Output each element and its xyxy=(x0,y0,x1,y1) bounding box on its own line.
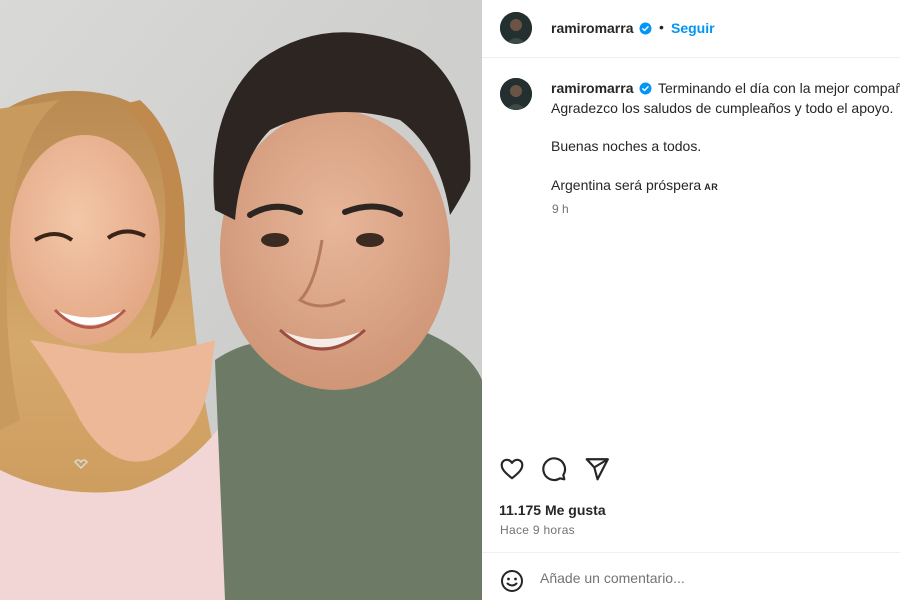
caption-text-line2: Agradezco los saludos de cumpleaños y to… xyxy=(551,100,894,116)
comment-bar xyxy=(482,552,900,600)
post-sidebar: ramiromarra • Seguir ramiromarra Termina… xyxy=(482,0,900,600)
verified-badge-icon xyxy=(639,22,652,35)
post-photo[interactable] xyxy=(0,0,482,600)
heart-icon[interactable] xyxy=(499,456,525,487)
username-link[interactable]: ramiromarra xyxy=(551,20,634,36)
caption-text-line1: Terminando el día con la mejor compañía. xyxy=(658,80,900,96)
follow-button[interactable]: Seguir xyxy=(671,20,715,36)
comment-icon[interactable] xyxy=(541,456,567,487)
caption-timestamp[interactable]: 9 h xyxy=(552,202,569,216)
caption-username[interactable]: ramiromarra xyxy=(551,80,634,96)
avatar[interactable] xyxy=(500,12,532,44)
caption-text-line4: Argentina será próspera AR xyxy=(551,177,718,193)
emoji-icon[interactable] xyxy=(500,569,524,598)
caption-text-line3: Buenas noches a todos. xyxy=(551,138,702,154)
post-timestamp: Hace 9 horas xyxy=(500,523,575,537)
send-icon[interactable] xyxy=(584,456,610,487)
caption-avatar[interactable] xyxy=(500,78,532,110)
separator-dot: • xyxy=(659,19,664,35)
post-image xyxy=(0,0,482,600)
flag-emoji: AR xyxy=(704,182,719,192)
post-header: ramiromarra • Seguir xyxy=(482,0,900,58)
caption-text: Argentina será próspera xyxy=(551,177,702,193)
like-count[interactable]: 11.175 Me gusta xyxy=(499,502,606,518)
action-bar xyxy=(482,452,900,492)
verified-badge-icon xyxy=(639,82,652,95)
comment-input[interactable] xyxy=(540,570,880,586)
